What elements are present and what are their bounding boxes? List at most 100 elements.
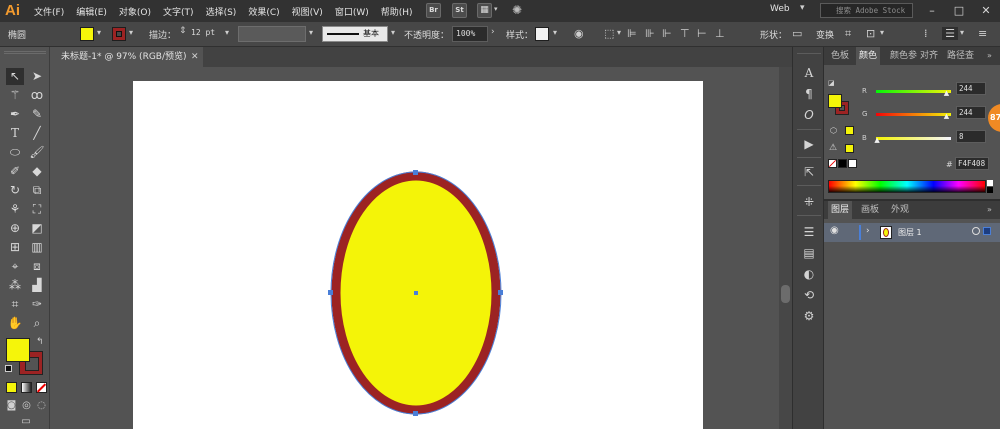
menu-type[interactable]: 文字(T) xyxy=(163,5,194,18)
graphic-style-swatch[interactable] xyxy=(535,27,549,41)
slice-tool-icon[interactable]: ✑ xyxy=(28,296,46,313)
align-panel-icon[interactable]: ⁜ xyxy=(800,193,818,211)
shaper-tool-icon[interactable]: ✐ xyxy=(6,163,24,180)
color-spectrum[interactable] xyxy=(828,180,986,193)
black-swatch[interactable] xyxy=(838,159,847,168)
type-tool-icon[interactable]: T xyxy=(6,125,24,142)
paintbrush-tool-icon[interactable]: 🖌 xyxy=(28,144,46,161)
align-icon[interactable]: ⬚ xyxy=(604,27,614,40)
canvas-area[interactable] xyxy=(51,67,779,429)
opentype-panel-icon[interactable]: O xyxy=(800,106,818,124)
chevron-down-icon[interactable]: ▾ xyxy=(880,28,884,37)
menu-help[interactable]: 帮助(H) xyxy=(381,5,413,18)
close-icon[interactable]: ✕ xyxy=(972,0,1000,22)
shape-edit-icon[interactable]: ▭ xyxy=(792,27,802,40)
color-mode-icon[interactable] xyxy=(6,382,17,393)
spectrum-black[interactable] xyxy=(987,187,993,193)
chevron-right-icon[interactable]: › xyxy=(866,226,870,236)
menu-object[interactable]: 对象(O) xyxy=(119,5,151,18)
hex-value-field[interactable]: F4F408 xyxy=(955,157,989,170)
panel-layout-icon[interactable]: ☰ xyxy=(942,27,958,40)
stock-search-input[interactable]: 搜索 Adobe Stock xyxy=(820,3,913,18)
mesh-tool-icon[interactable]: ⊞ xyxy=(6,239,24,256)
chevron-right-icon[interactable]: › xyxy=(491,27,495,37)
align-middle-icon[interactable]: ⊢ xyxy=(697,27,707,40)
chevron-down-icon[interactable]: ▾ xyxy=(225,28,229,37)
channel-b-value[interactable]: 8 xyxy=(956,130,986,143)
direct-selection-tool-icon[interactable]: ➤ xyxy=(28,68,46,85)
none-swatch[interactable] xyxy=(828,159,837,168)
bridge-button[interactable]: Br xyxy=(426,3,441,18)
chevron-down-icon[interactable]: ▾ xyxy=(553,28,557,37)
magic-wand-tool-icon[interactable]: ⚚ xyxy=(6,87,24,104)
anchor-point-top[interactable] xyxy=(413,170,418,175)
selection-tool-icon[interactable]: ↖ xyxy=(6,68,24,85)
layer-selection-indicator[interactable] xyxy=(983,227,991,235)
perspective-grid-tool-icon[interactable]: ◩ xyxy=(28,220,46,237)
align-right-icon[interactable]: ⊩ xyxy=(662,27,672,40)
stroke-weight-field[interactable]: 12 pt xyxy=(188,26,224,42)
stock-button[interactable]: St xyxy=(452,3,467,18)
layer-row[interactable]: ◉ › 图层 1 xyxy=(824,223,1000,242)
line-segment-tool-icon[interactable]: ╱ xyxy=(28,125,46,142)
arrange-icon[interactable]: ⁞ xyxy=(924,27,928,40)
shape-builder-tool-icon[interactable]: ⊕ xyxy=(6,220,24,237)
toolbar-grip[interactable] xyxy=(4,51,46,54)
chevron-down-icon[interactable]: ▾ xyxy=(800,3,805,13)
chevron-down-icon[interactable]: ▾ xyxy=(309,28,313,37)
color-fill-swatch[interactable] xyxy=(828,94,842,108)
fill-color-swatch[interactable] xyxy=(80,27,94,41)
menu-window[interactable]: 窗口(W) xyxy=(335,5,369,18)
white-swatch[interactable] xyxy=(848,159,857,168)
tab-align[interactable]: 对齐 xyxy=(917,47,941,65)
hand-tool-icon[interactable]: ✋ xyxy=(6,315,24,332)
tab-color[interactable]: 颜色 xyxy=(856,47,881,65)
menu-file[interactable]: 文件(F) xyxy=(34,5,64,18)
menu-edit[interactable]: 编辑(E) xyxy=(76,5,107,18)
align-bottom-icon[interactable]: ⊥ xyxy=(715,27,725,40)
tab-artboards[interactable]: 画板 xyxy=(858,201,882,219)
tab-color-guide[interactable]: 颜色参 xyxy=(887,47,920,65)
zoom-tool-icon[interactable]: ⌕ xyxy=(28,315,46,332)
screen-mode-icon[interactable]: ▭ xyxy=(18,416,34,427)
minimize-icon[interactable]: – xyxy=(918,0,946,22)
stroke-panel-icon[interactable]: ☰ xyxy=(800,223,818,241)
draw-behind-icon[interactable]: ◎ xyxy=(21,400,32,411)
menu-view[interactable]: 视图(V) xyxy=(292,5,323,18)
stroke-color-swatch[interactable] xyxy=(112,27,126,41)
graphic-styles-icon[interactable]: ⚙ xyxy=(800,307,818,325)
channel-r-knob[interactable]: ▲ xyxy=(944,89,949,97)
opacity-field[interactable]: 100% xyxy=(452,26,488,42)
eye-icon[interactable]: ◉ xyxy=(830,225,839,236)
shape-label[interactable]: 形状： xyxy=(760,28,787,41)
draw-inside-icon[interactable]: ◌ xyxy=(36,400,47,411)
character-panel-icon[interactable]: A xyxy=(800,64,818,82)
strip-grip[interactable] xyxy=(797,53,821,54)
eraser-tool-icon[interactable]: ◆ xyxy=(28,163,46,180)
align-left-icon[interactable]: ⊫ xyxy=(627,27,637,40)
tab-swatches[interactable]: 色板 xyxy=(828,47,852,65)
workspace-switcher[interactable]: Web xyxy=(770,4,790,14)
channel-r-value[interactable]: 244 xyxy=(956,82,986,95)
document-tab[interactable]: 未标题-1* @ 97% (RGB/预览) xyxy=(51,47,203,67)
center-point[interactable] xyxy=(414,291,418,295)
stepper-icon[interactable]: ⇕ xyxy=(179,26,187,36)
channel-g-knob[interactable]: ▲ xyxy=(944,112,949,120)
draw-normal-icon[interactable]: ◙ xyxy=(6,400,17,411)
channel-b-knob[interactable]: ▲ xyxy=(874,136,879,144)
swap-fill-stroke-icon[interactable]: ↰ xyxy=(36,337,44,347)
menu-select[interactable]: 选择(S) xyxy=(206,5,237,18)
chevron-down-icon[interactable]: ▾ xyxy=(129,28,133,37)
align-top-icon[interactable]: ⊤ xyxy=(680,27,690,40)
layer-target-icon[interactable] xyxy=(972,227,980,235)
fill-swatch[interactable] xyxy=(6,338,30,362)
align-center-icon[interactable]: ⊪ xyxy=(645,27,655,40)
lasso-tool-icon[interactable]: ꝏ xyxy=(28,87,46,104)
gradient-tool-icon[interactable]: ▥ xyxy=(28,239,46,256)
transparency-panel-icon[interactable]: ◐ xyxy=(800,265,818,283)
vertical-scrollbar[interactable] xyxy=(779,67,792,429)
gamut-swatch[interactable] xyxy=(845,144,854,153)
layer-name[interactable]: 图层 1 xyxy=(898,227,922,238)
channel-g-value[interactable]: 244 xyxy=(956,106,986,119)
channel-b-slider[interactable] xyxy=(876,137,951,140)
